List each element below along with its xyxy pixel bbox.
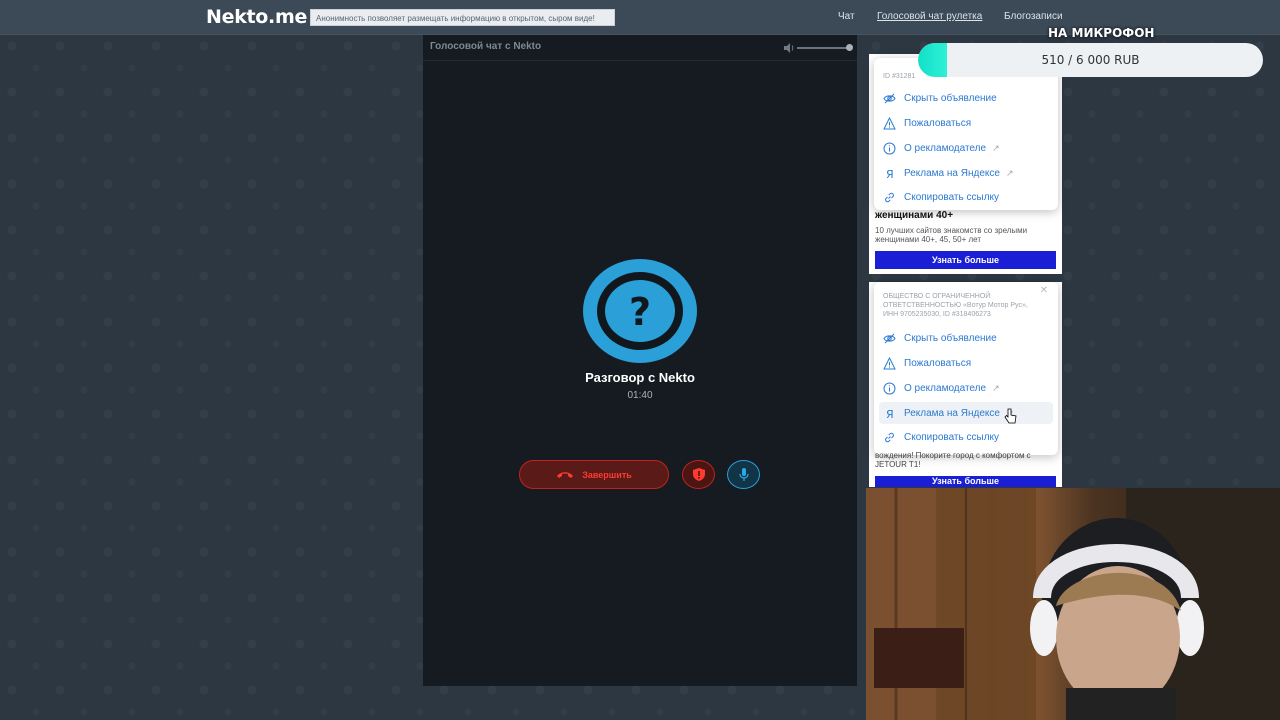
report-ad-label: Пожаловаться — [904, 357, 972, 369]
voice-chat-panel: Голосовой чат с Nekto ? Разговор с Nekto… — [423, 35, 857, 686]
about-advertiser-label: О рекламодателе — [904, 142, 987, 154]
donation-progress-text: 510 / 6 000 RUB — [1041, 53, 1140, 67]
eye-slash-icon — [883, 93, 896, 103]
report-ad-item[interactable]: Пожаловаться — [879, 352, 1053, 374]
shield-icon — [692, 468, 705, 481]
ad-text: 10 лучших сайтов знакомств со зрелыми же… — [875, 226, 1028, 244]
warning-icon — [883, 356, 896, 369]
hide-ad-item[interactable]: Скрыть объявление — [879, 87, 1053, 109]
ad-id: ID #31281 — [883, 73, 916, 80]
chat-title: Голосовой чат с Nekto — [430, 41, 542, 52]
external-link-icon: ↗ — [1005, 167, 1014, 178]
eye-slash-icon — [883, 333, 896, 343]
nav-voice-roulette-link[interactable]: Голосовой чат рулетка — [877, 11, 982, 22]
advertiser-info: ОБЩЕСТВО С ОГРАНИЧЕННОЙ ОТВЕТСТВЕННОСТЬЮ… — [883, 293, 1028, 318]
microphone-button[interactable] — [727, 460, 760, 489]
donation-goal-widget: НА МИКРОФОН 510 / 6 000 RUB — [918, 26, 1263, 77]
end-call-button[interactable]: Завершить — [519, 460, 669, 489]
warning-icon — [883, 116, 896, 129]
info-icon — [883, 382, 896, 394]
microphone-icon — [738, 467, 749, 481]
external-link-icon: ↗ — [992, 382, 1000, 393]
report-shield-button[interactable] — [682, 460, 715, 489]
nav-chat-link[interactable]: Чат — [838, 11, 855, 22]
speaker-icon[interactable] — [783, 42, 795, 54]
hang-up-icon — [557, 472, 574, 478]
volume-slider-handle[interactable] — [846, 44, 853, 51]
chat-header: Голосовой чат с Nekto — [423, 35, 857, 61]
hide-ad-item[interactable]: Скрыть объявление — [879, 327, 1053, 349]
hand-cursor-icon — [1004, 408, 1017, 424]
about-advertiser-item[interactable]: О рекламодателе ↗ — [879, 377, 1053, 399]
yandex-ads-label: Реклама на Яндексе — [904, 167, 1000, 179]
anonymous-avatar-icon: ? — [583, 259, 697, 363]
about-advertiser-item[interactable]: О рекламодателе ↗ — [879, 137, 1053, 159]
volume-slider[interactable] — [797, 47, 849, 49]
report-ad-item[interactable]: Пожаловаться — [879, 112, 1053, 134]
hide-ad-label: Скрыть объявление — [904, 92, 997, 104]
end-call-label: Завершить — [582, 469, 632, 480]
ad-text: вождения! Покорите город с комфортом с J… — [875, 451, 1031, 469]
svg-text:Я: Я — [886, 408, 894, 420]
yandex-icon: Я — [886, 168, 894, 180]
copy-link-item[interactable]: Скопировать ссылку — [879, 426, 1053, 448]
yandex-ads-label: Реклама на Яндексе — [904, 407, 1000, 419]
copy-link-item[interactable]: Скопировать ссылку — [879, 186, 1053, 208]
about-advertiser-label: О рекламодателе — [904, 382, 987, 394]
ad-learn-more-button[interactable]: Узнать больше — [875, 251, 1056, 269]
nav-blog-link[interactable]: Блогозаписи — [1004, 11, 1063, 22]
site-logo[interactable]: Nekto.me — [206, 6, 307, 28]
ad-block-1[interactable]: ID #31281 Скрыть объявление Пожаловаться… — [869, 54, 1062, 274]
yandex-ads-item[interactable]: Я Реклама на Яндексе ↗ — [879, 162, 1053, 184]
ad-title[interactable]: женщинами 40+ — [875, 210, 953, 221]
streamer-webcam — [866, 488, 1280, 720]
copy-link-label: Скопировать ссылку — [904, 431, 1000, 443]
yandex-icon: Я — [886, 408, 894, 420]
webcam-scene — [866, 488, 1280, 720]
ad-learn-more-button[interactable]: Узнать больше — [875, 476, 1056, 487]
call-timer: 01:40 — [627, 390, 653, 401]
copy-link-label: Скопировать ссылку — [904, 191, 1000, 203]
yandex-ads-item[interactable]: Я Реклама на Яндексе ↗ — [879, 402, 1053, 424]
link-icon — [885, 192, 894, 202]
external-link-icon: ↗ — [992, 142, 1000, 153]
info-icon — [883, 142, 896, 154]
conversation-title: Разговор с Nekto — [585, 370, 695, 385]
report-ad-label: Пожаловаться — [904, 117, 972, 129]
ad-context-menu-1: ID #31281 Скрыть объявление Пожаловаться… — [874, 58, 1058, 210]
svg-text:Я: Я — [886, 168, 894, 180]
donation-progress-bar: 510 / 6 000 RUB — [918, 43, 1263, 77]
ad-context-menu-2: ✕ ОБЩЕСТВО С ОГРАНИЧЕННОЙ ОТВЕТСТВЕННОСТ… — [874, 282, 1058, 455]
ad-block-2[interactable]: ✕ ОБЩЕСТВО С ОГРАНИЧЕННОЙ ОТВЕТСТВЕННОСТ… — [869, 282, 1062, 487]
anonymity-notice: Анонимность позволяет размещать информац… — [310, 9, 615, 26]
link-icon — [885, 432, 894, 442]
svg-text:?: ? — [629, 290, 651, 334]
donation-goal-label: НА МИКРОФОН — [1048, 26, 1155, 40]
hide-ad-label: Скрыть объявление — [904, 332, 997, 344]
